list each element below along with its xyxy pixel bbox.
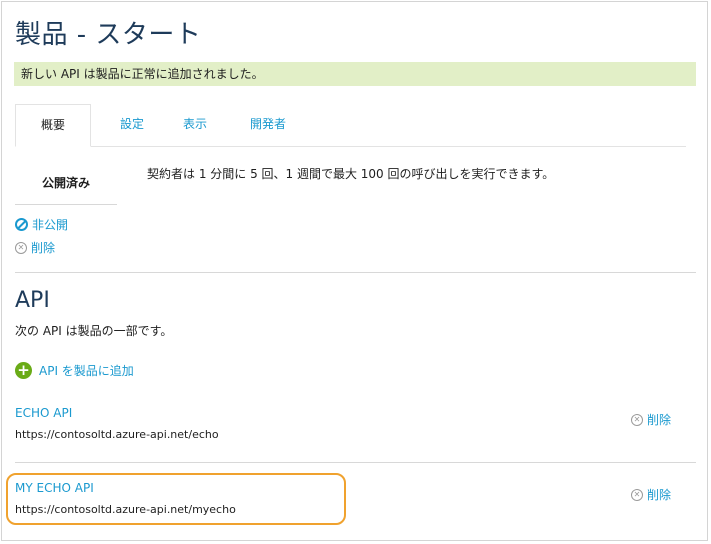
api-name-link[interactable]: ECHO API [15, 406, 72, 420]
close-circle-icon: ✕ [630, 413, 643, 426]
tab-visibility[interactable]: 表示 [183, 104, 207, 146]
close-circle-icon: ✕ [630, 488, 643, 501]
tab-settings[interactable]: 設定 [120, 104, 144, 146]
api-list-item: ECHO API https://contosoltd.azure-api.ne… [15, 406, 696, 460]
tab-bar: 概要 設定 表示 開発者 [15, 104, 686, 147]
api-url: https://contosoltd.azure-api.net/echo [15, 428, 219, 441]
unpublish-label: 非公開 [32, 218, 69, 232]
add-api-label: API を製品に追加 [39, 364, 134, 378]
add-api-button[interactable]: + API を製品に追加 [15, 362, 134, 379]
plus-icon: + [15, 362, 32, 379]
tab-overview[interactable]: 概要 [15, 104, 91, 147]
api-section-title: API [15, 288, 50, 313]
api-delete-button[interactable]: ✕ 削除 [630, 486, 671, 503]
close-circle-icon: ✕ [15, 241, 27, 254]
section-divider [15, 272, 696, 273]
tab-developers[interactable]: 開発者 [250, 104, 286, 146]
api-delete-button[interactable]: ✕ 削除 [630, 411, 671, 428]
quota-text: 契約者は 1 分間に 5 回、1 週間で最大 100 回の呼び出しを実行できます… [147, 167, 555, 181]
delete-product-button[interactable]: ✕ 削除 [15, 239, 55, 256]
page-title: 製品 - スタート [15, 20, 202, 50]
highlight-outline [6, 473, 346, 525]
status-label: 公開済み [15, 174, 117, 205]
api-section-description: 次の API は製品の一部です。 [15, 324, 173, 338]
unpublish-button[interactable]: 非公開 [15, 216, 68, 233]
api-delete-label: 削除 [646, 413, 671, 427]
delete-product-label: 削除 [31, 241, 56, 255]
ban-icon [15, 218, 28, 231]
api-delete-label: 削除 [646, 488, 671, 502]
success-banner: 新しい API は製品に正常に追加されました。 [14, 62, 696, 86]
api-row-divider [15, 462, 696, 463]
